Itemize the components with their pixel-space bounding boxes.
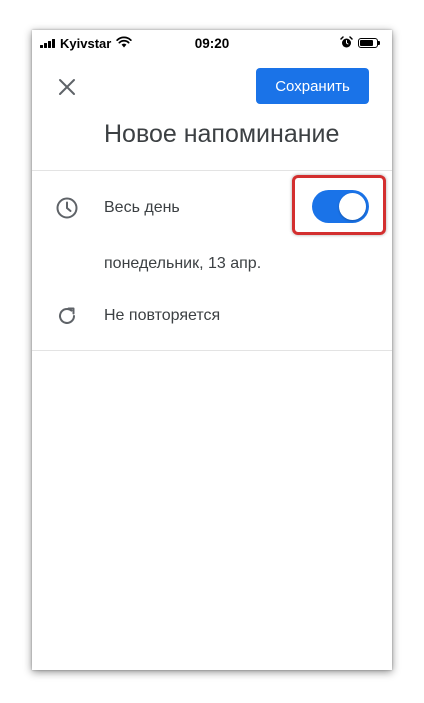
battery-icon [358, 38, 380, 48]
toggle-highlight-frame [292, 175, 386, 235]
save-button[interactable]: Сохранить [256, 68, 369, 104]
repeat-icon [55, 304, 79, 328]
close-icon [59, 79, 75, 95]
date-selector[interactable]: понедельник, 13 апр. [104, 255, 261, 273]
status-time: 09:20 [194, 36, 230, 51]
close-button[interactable] [52, 72, 82, 102]
clock-icon [55, 196, 79, 220]
header-divider [32, 170, 392, 171]
phone-screen: Kyivstar 09:20 Сохранить Новое напоминан… [32, 30, 392, 670]
status-bar: Kyivstar 09:20 [32, 30, 392, 58]
alarm-icon [340, 36, 353, 52]
page-title: Новое напоминание [104, 120, 340, 148]
repeat-selector[interactable]: Не повторяется [104, 307, 220, 325]
all-day-label: Весь день [104, 199, 180, 216]
section-divider [32, 350, 392, 351]
